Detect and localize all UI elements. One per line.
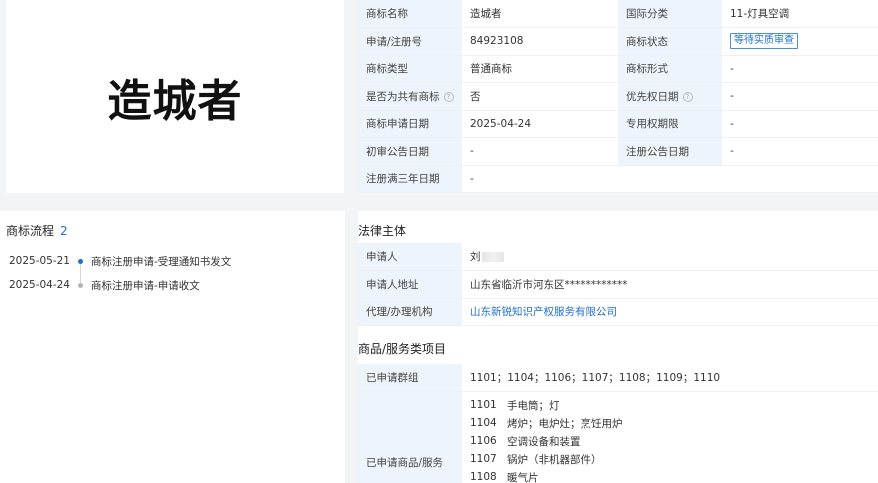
goods-code: 1104	[470, 417, 497, 429]
goods-code: 1106	[470, 435, 497, 447]
info-label: 商标名称	[358, 0, 462, 28]
goods-item: 1108 暖气片	[470, 468, 870, 483]
info-value: 否	[462, 82, 618, 111]
goods-item: 1107 锅炉（非机器部件）	[470, 450, 870, 468]
info-row: 商标申请日期 2025-04-24 专用权期限 -	[358, 110, 878, 138]
info-value: -	[722, 55, 878, 83]
legal-row: 申请人地址 山东省临沂市河东区************	[358, 270, 878, 299]
info-label: 是否为共有商标	[366, 90, 440, 103]
help-icon[interactable]: ?	[682, 91, 693, 102]
timeline-dot	[78, 258, 83, 264]
info-label: 申请/注册号	[358, 27, 462, 56]
info-label: 国际分类	[618, 0, 722, 28]
flow-item: 2025-04-24 商标注册申请-申请收文	[0, 277, 200, 293]
info-value: -	[722, 110, 878, 138]
goods-row: 已申请群组 1101；1104；1106；1107；1108；1109；1110	[358, 364, 878, 392]
info-row: 注册满三年日期 -	[358, 165, 878, 193]
info-value: 普通商标	[462, 55, 618, 83]
goods-label: 已申请群组	[358, 364, 462, 392]
goods-code: 1107	[470, 453, 497, 465]
goods-table: 已申请群组 1101；1104；1106；1107；1108；1109；1110…	[358, 364, 878, 483]
goods-item: 1106 空调设备和装置	[470, 432, 870, 450]
legal-label: 申请人	[358, 243, 462, 271]
legal-section-title: 法律主体	[358, 224, 407, 238]
goods-row: 已申请商品/服务 1101 手电筒；灯 1104 烤炉；电炉灶；烹饪用炉 1106 空…	[358, 391, 878, 483]
flow-text: 商标注册申请-申请收文	[91, 279, 200, 292]
goods-name: 空调设备和装置	[507, 435, 581, 448]
goods-item: 1101 手电筒；灯	[470, 396, 870, 414]
flow-title: 商标流程	[6, 224, 55, 238]
goods-list: 1101 手电筒；灯 1104 烤炉；电炉灶；烹饪用炉 1106 空调设备和装置 11…	[462, 391, 878, 483]
goods-code: 1108	[470, 471, 497, 483]
info-value: -	[462, 165, 618, 193]
info-row: 商标类型 普通商标 商标形式 -	[358, 55, 878, 83]
legal-row: 代理/办理机构 山东新锐知识产权服务有限公司	[358, 298, 878, 326]
info-label: 商标类型	[358, 55, 462, 83]
goods-groups: 1101；1104；1106；1107；1108；1109；1110	[462, 364, 878, 392]
goods-name: 烤炉；电炉灶；烹饪用炉	[507, 417, 623, 430]
agent-link[interactable]: 山东新锐知识产权服务有限公司	[470, 306, 617, 318]
goods-section-title: 商品/服务类项目	[358, 342, 447, 356]
info-label: 专用权期限	[618, 110, 722, 138]
trademark-info-table: 商标名称 造城者 国际分类 11-灯具空调 申请/注册号 84923108 商标…	[358, 0, 878, 193]
info-value: -	[722, 82, 878, 111]
trademark-image: 造城者	[107, 75, 243, 127]
info-row: 申请/注册号 84923108 商标状态 等待实质审查	[358, 27, 878, 56]
info-row: 商标名称 造城者 国际分类 11-灯具空调	[358, 0, 878, 28]
flow-count: 2	[60, 224, 68, 238]
info-label: 商标形式	[618, 55, 722, 83]
legal-row: 申请人 刘	[358, 243, 878, 271]
goods-name: 暖气片	[507, 471, 539, 483]
flow-item: 2025-05-21 商标注册申请-受理通知书发文	[0, 253, 231, 269]
legal-table: 申请人 刘 申请人地址 山东省临沂市河东区************ 代理/办理机…	[358, 243, 878, 326]
goods-code: 1101	[470, 399, 497, 411]
flow-section-title: 商标流程 2	[6, 222, 68, 239]
info-value: 造城者	[462, 0, 618, 28]
goods-name: 手电筒；灯	[507, 399, 560, 412]
timeline-dot	[78, 282, 83, 288]
help-icon[interactable]: ?	[443, 91, 454, 102]
info-row: 初审公告日期 - 注册公告日期 -	[358, 137, 878, 166]
info-value: -	[722, 137, 878, 166]
flow-date: 2025-04-24	[8, 279, 70, 291]
masked-text	[481, 252, 504, 262]
info-label: 注册满三年日期	[358, 165, 462, 193]
flow-text: 商标注册申请-受理通知书发文	[91, 255, 232, 268]
info-value: 2025-04-24	[462, 110, 618, 138]
info-label: 注册公告日期	[618, 137, 722, 166]
info-label: 商标申请日期	[358, 110, 462, 138]
info-value: 11-灯具空调	[722, 0, 878, 28]
info-label: 初审公告日期	[358, 137, 462, 166]
trademark-info-panel: 商标名称 造城者 国际分类 11-灯具空调 申请/注册号 84923108 商标…	[358, 0, 878, 193]
legal-label: 代理/办理机构	[358, 298, 462, 326]
applicant-name: 刘	[470, 251, 481, 263]
legal-and-goods-panel: 法律主体 申请人 刘 申请人地址 山东省临沂市河东区************ 代…	[358, 211, 878, 483]
trademark-image-panel: 造城者	[6, 0, 344, 193]
info-value: 84923108	[462, 27, 618, 56]
flow-date: 2025-05-21	[8, 255, 70, 267]
goods-item: 1104 烤炉；电炉灶；烹饪用炉	[470, 414, 870, 432]
applicant-address: 山东省临沂市河东区************	[462, 270, 878, 299]
info-label: 商标状态	[618, 27, 722, 56]
info-row: 是否为共有商标? 否 优先权日期? -	[358, 82, 878, 111]
info-label: 优先权日期	[626, 90, 679, 103]
goods-name: 锅炉（非机器部件）	[507, 453, 602, 466]
info-value: -	[462, 137, 618, 166]
goods-label: 已申请商品/服务	[358, 391, 462, 483]
trademark-flow-panel: 商标流程 2 2025-05-21 商标注册申请-受理通知书发文 2025-04-…	[0, 211, 345, 483]
legal-label: 申请人地址	[358, 270, 462, 299]
status-badge[interactable]: 等待实质审查	[730, 33, 798, 50]
